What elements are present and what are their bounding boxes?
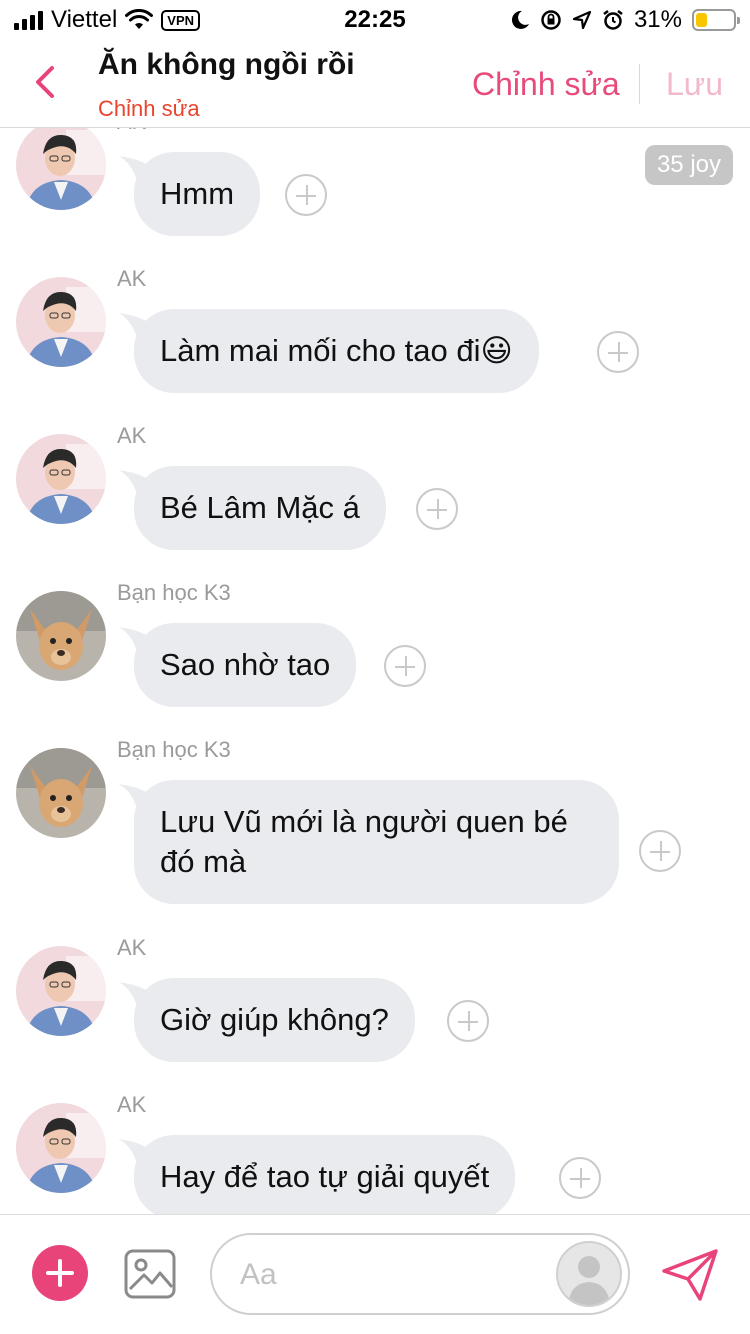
wifi-icon [125,9,154,29]
avatar[interactable] [16,591,106,681]
sender-name: Bạn học K3 [117,580,231,605]
add-reaction-button[interactable] [416,488,458,530]
add-reaction-button[interactable] [639,830,681,872]
status-bar: Viettel VPN 22:25 31% [0,0,750,40]
add-reaction-button[interactable] [384,645,426,687]
message-bubble[interactable]: Giờ giúp không? [134,978,415,1062]
sender-name: AK [117,1092,147,1117]
ak-avatar-image [16,946,106,1036]
chat-header: Ăn không ngồi rồi Chỉnh sửa Chỉnh sửa Lư… [0,40,750,128]
save-button[interactable]: Lưu [666,66,723,103]
alarm-icon [603,10,623,30]
message-bubble[interactable]: Hmm [134,152,261,236]
dog-avatar-image [16,748,106,838]
joy-badge: 35 joy [644,145,733,185]
header-divider [639,64,640,104]
send-icon[interactable] [660,1247,720,1303]
add-reaction-button[interactable] [597,331,639,373]
user-avatar-icon[interactable] [556,1241,622,1307]
add-reaction-button[interactable] [447,1000,489,1042]
avatar[interactable] [16,1103,106,1193]
status-right: 31% [510,6,740,34]
ak-avatar-image [16,1103,106,1193]
signal-icon [14,10,43,30]
message-bubble[interactable]: Bé Lâm Mặc á [134,466,386,550]
back-chevron-icon[interactable] [30,62,60,102]
sender-name: AK [117,266,147,291]
image-icon[interactable] [124,1249,176,1299]
sender-name: Bạn học K3 [117,737,231,762]
message-text-line: Lưu Vũ mới là người quen bé [160,804,568,839]
ak-avatar-image [16,128,106,210]
dog-avatar-image [16,591,106,681]
message-input[interactable] [240,1253,540,1297]
page-title: Ăn không ngồi rồi [98,48,355,81]
moon-icon [511,10,529,29]
message-input-container[interactable] [210,1233,630,1315]
avatar[interactable] [16,748,106,838]
carrier-name: Viettel [51,6,118,33]
message-text-line: đó mà [160,844,247,879]
add-icon[interactable] [32,1245,88,1301]
smiley-emoji-icon: 😃 [480,333,513,368]
ak-avatar-image [16,434,106,524]
add-reaction-button[interactable] [559,1157,601,1199]
avatar[interactable] [16,277,106,367]
chat-list[interactable]: 35 joy AK Hmm AK Làm mai mối cho tao đi😃… [0,128,750,1214]
message-text: Làm mai mối cho tao đi [160,333,481,368]
person-silhouette-icon [568,1256,610,1305]
sender-name: AK [117,935,147,960]
status-left: Viettel VPN [14,6,201,34]
sender-name: AK [117,128,146,135]
location-icon [572,10,592,30]
message-bubble[interactable]: Hay để tao tự giải quyết [134,1135,516,1214]
vpn-badge: VPN [161,9,201,31]
sender-name: AK [117,423,147,448]
add-reaction-button[interactable] [285,174,327,216]
message-bubble[interactable]: Làm mai mối cho tao đi😃 [134,309,539,393]
rotation-lock-icon [541,10,561,30]
message-bubble[interactable]: Sao nhờ tao [134,623,357,707]
page-subtitle[interactable]: Chỉnh sửa [98,96,200,122]
avatar[interactable] [16,128,106,210]
battery-fill [696,13,708,27]
avatar[interactable] [16,434,106,524]
composer-bar [0,1214,750,1334]
message-bubble[interactable]: Lưu Vũ mới là người quen bé đó mà [134,780,619,904]
avatar[interactable] [16,946,106,1036]
edit-button[interactable]: Chỉnh sửa [472,66,620,103]
ak-avatar-image [16,277,106,367]
battery-percent: 31% [633,6,682,33]
battery-icon [692,9,740,31]
